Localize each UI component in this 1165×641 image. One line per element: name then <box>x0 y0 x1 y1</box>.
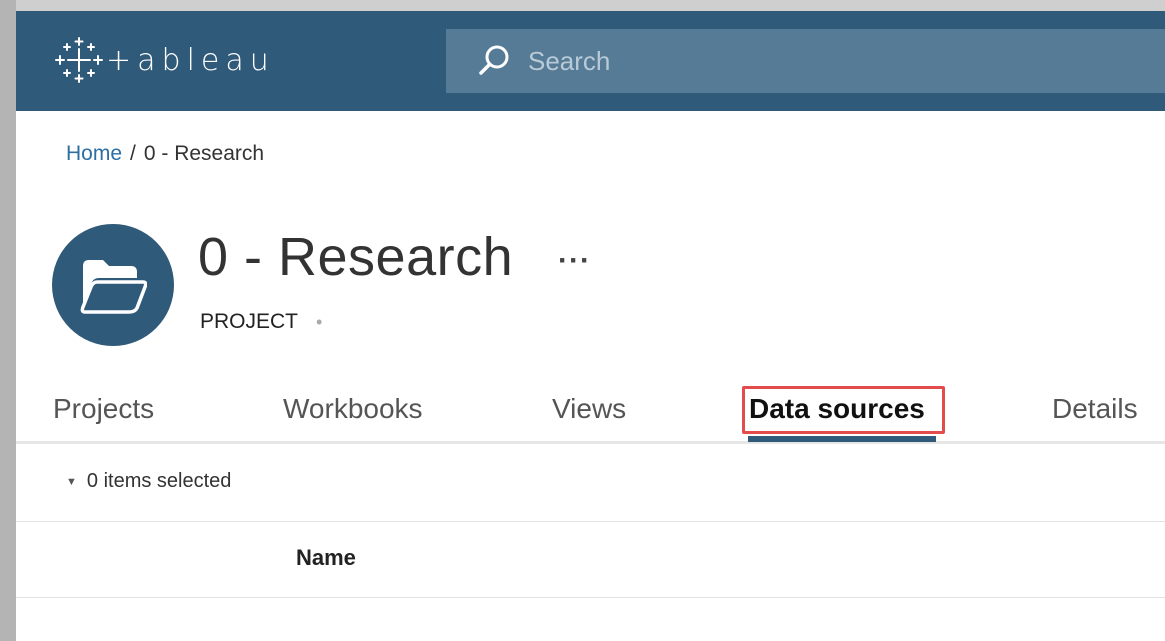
tab-workbooks[interactable]: Workbooks <box>283 393 423 425</box>
window-frame-top <box>0 0 1165 11</box>
top-navigation-bar: +ableau <box>16 11 1165 111</box>
tableau-cross-icon <box>55 37 103 83</box>
active-tab-indicator <box>748 436 936 442</box>
tab-details[interactable]: Details <box>1052 393 1138 425</box>
breadcrumb-home-link[interactable]: Home <box>66 142 122 166</box>
divider <box>16 597 1165 598</box>
search-box[interactable] <box>446 29 1165 93</box>
search-input[interactable] <box>528 45 1028 77</box>
breadcrumb: Home / 0 - Research <box>66 142 264 166</box>
breadcrumb-current: 0 - Research <box>143 142 265 165</box>
search-icon[interactable] <box>476 43 512 79</box>
project-avatar <box>52 224 174 346</box>
caret-down-icon: ▼ <box>66 475 77 488</box>
page-title: 0 - Research <box>198 227 514 287</box>
column-header-name[interactable]: Name <box>296 545 356 571</box>
tab-views[interactable]: Views <box>552 393 626 425</box>
project-type-label: PROJECT <box>200 310 299 333</box>
selection-dropdown[interactable]: ▼ 0 items selected <box>66 470 231 493</box>
tableau-logo[interactable]: +ableau <box>54 34 275 86</box>
tab-projects[interactable]: Projects <box>53 393 154 425</box>
selection-count-label: 0 items selected <box>86 470 232 492</box>
window-frame-left <box>0 0 16 641</box>
brand-wordmark: +ableau <box>106 42 275 78</box>
tab-data-sources[interactable]: Data sources <box>749 393 925 425</box>
more-actions-button[interactable]: ··· <box>558 244 591 278</box>
content-tabs: Projects Workbooks Views Data sources De… <box>16 386 1165 444</box>
separator-dot: • <box>316 311 323 332</box>
project-type-row: PROJECT • <box>200 310 322 334</box>
divider <box>16 521 1165 522</box>
breadcrumb-separator: / <box>130 142 136 165</box>
folder-open-icon <box>80 260 147 314</box>
